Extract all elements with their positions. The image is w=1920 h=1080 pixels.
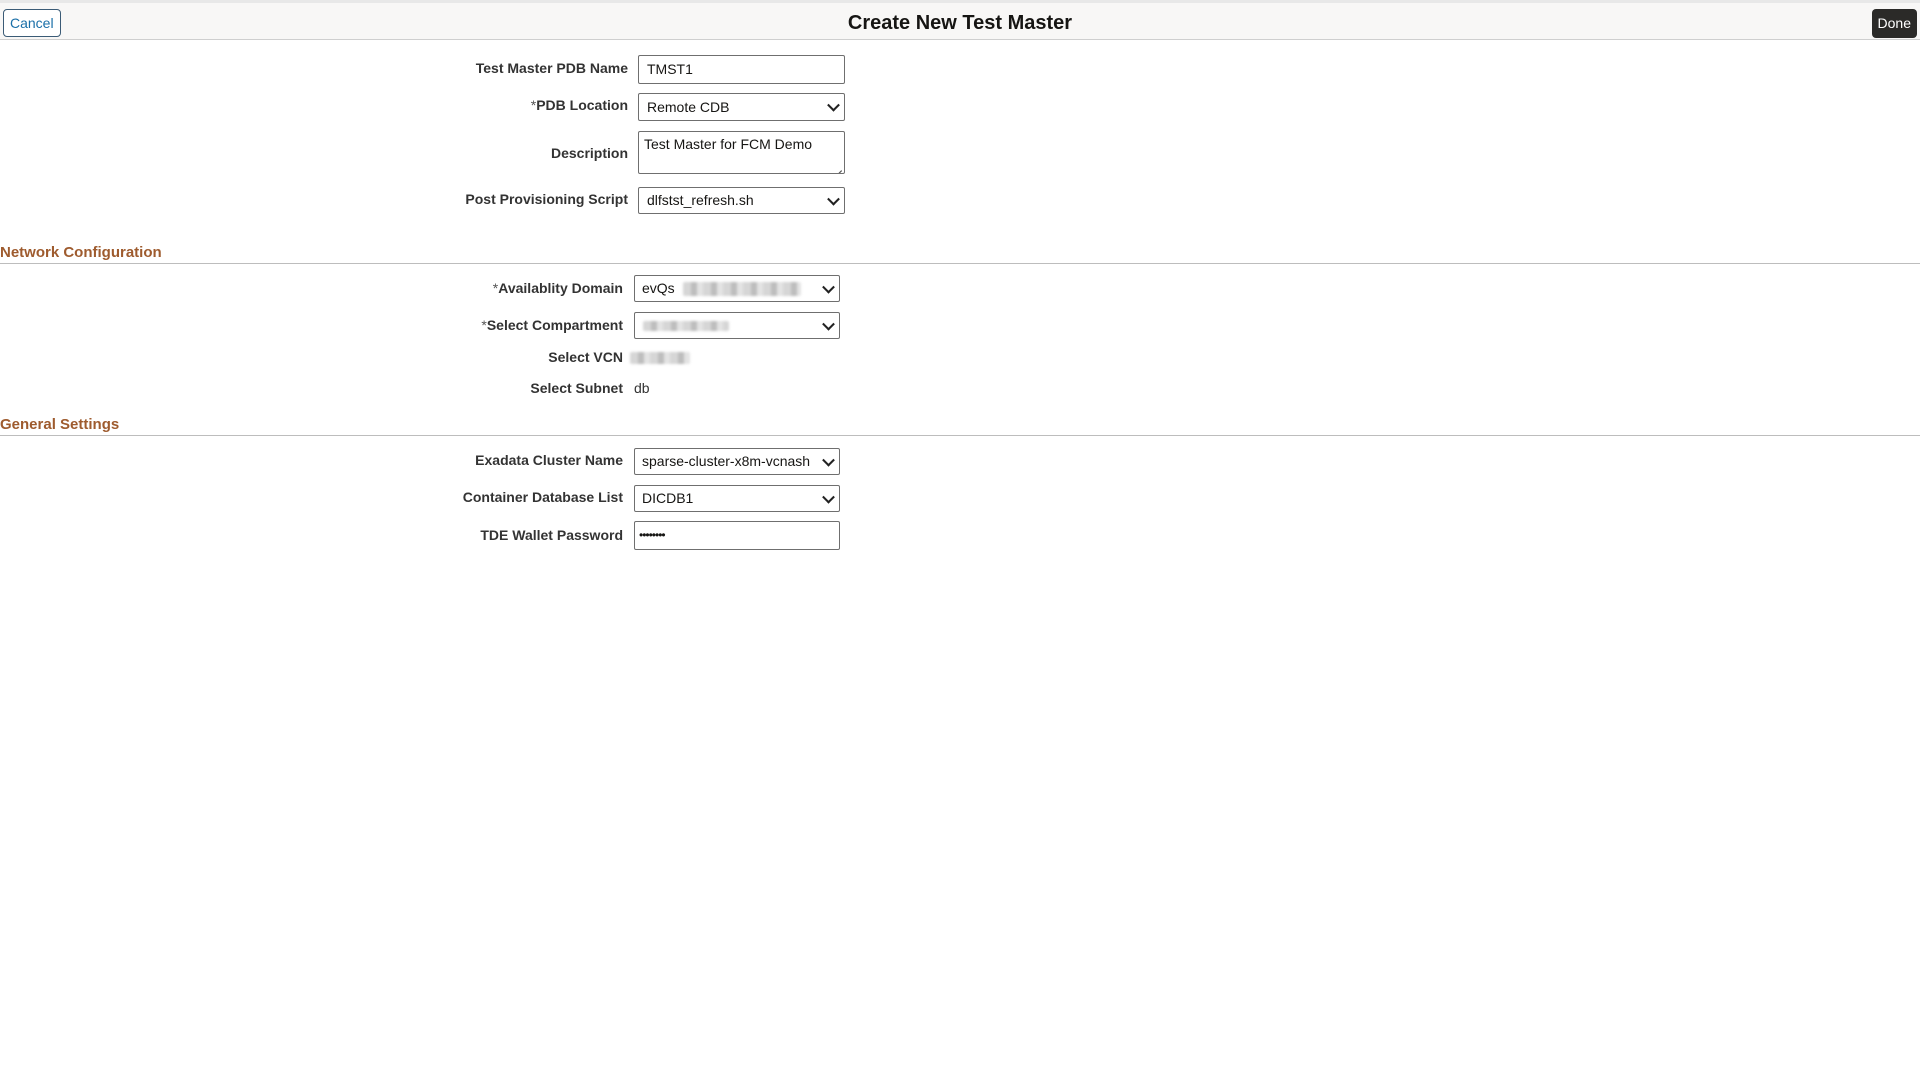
container-database-list-label: Container Database List (462, 489, 623, 505)
exadata-cluster-name-label: Exadata Cluster Name (475, 452, 623, 468)
pdb-location-value: Remote CDB (647, 99, 730, 115)
test-master-pdb-name-input[interactable]: TMST1 (638, 55, 845, 84)
section-divider (0, 435, 1920, 436)
tde-wallet-password-value: •••••••• (639, 528, 666, 542)
page-title: Create New Test Master (847, 12, 1073, 34)
test-master-pdb-name-label: Test Master PDB Name (475, 60, 628, 76)
availability-domain-select[interactable]: evQs (634, 275, 840, 302)
availability-domain-label: *Availablity Domain (492, 280, 623, 296)
network-configuration-heading: Network Configuration (0, 244, 162, 261)
select-subnet-label: Select Subnet (530, 380, 623, 396)
description-value: Test Master for FCM Demo (644, 136, 813, 152)
exadata-cluster-name-value: sparse-cluster-x8m-vcnash (642, 453, 811, 469)
availability-domain-value: evQs (642, 280, 675, 296)
page-header: Cancel Create New Test Master Done (0, 0, 1920, 40)
select-vcn-label: Select VCN (548, 349, 623, 365)
select-vcn-value (630, 349, 690, 365)
select-compartment-label: *Select Compartment (481, 317, 623, 333)
select-subnet-value: db (634, 380, 650, 396)
general-settings-heading: General Settings (0, 416, 120, 433)
container-database-list-value: DICDB1 (642, 490, 694, 506)
chevron-down-icon (827, 98, 840, 112)
post-provisioning-script-label: Post Provisioning Script (465, 191, 628, 207)
redacted-text (630, 352, 690, 365)
chevron-down-icon (822, 453, 835, 467)
done-button[interactable]: Done (1871, 9, 1917, 38)
select-compartment-select[interactable] (634, 312, 840, 339)
redacted-text (643, 321, 729, 332)
post-provisioning-script-select[interactable]: dlfstst_refresh.sh (638, 187, 845, 214)
chevron-down-icon (822, 490, 835, 504)
redacted-text (682, 282, 801, 297)
description-label: Description (550, 145, 628, 161)
tde-wallet-password-label: TDE Wallet Password (480, 527, 623, 543)
create-test-master-page: Cancel Create New Test Master Done Test … (0, 0, 1920, 1080)
pdb-location-select[interactable]: Remote CDB (638, 93, 845, 121)
post-provisioning-script-value: dlfstst_refresh.sh (647, 192, 754, 208)
description-textarea[interactable]: Test Master for FCM Demo (638, 131, 845, 174)
chevron-down-icon (827, 192, 840, 206)
chevron-down-icon (822, 317, 835, 331)
container-database-list-select[interactable]: DICDB1 (634, 485, 840, 512)
exadata-cluster-name-select[interactable]: sparse-cluster-x8m-vcnash (634, 448, 840, 475)
pdb-location-label: *PDB Location (530, 97, 628, 113)
test-master-pdb-name-value: TMST1 (647, 61, 693, 77)
resize-handle-icon[interactable] (834, 163, 842, 171)
chevron-down-icon (822, 280, 835, 294)
section-divider (0, 263, 1920, 264)
tde-wallet-password-input[interactable]: •••••••• (634, 521, 840, 550)
